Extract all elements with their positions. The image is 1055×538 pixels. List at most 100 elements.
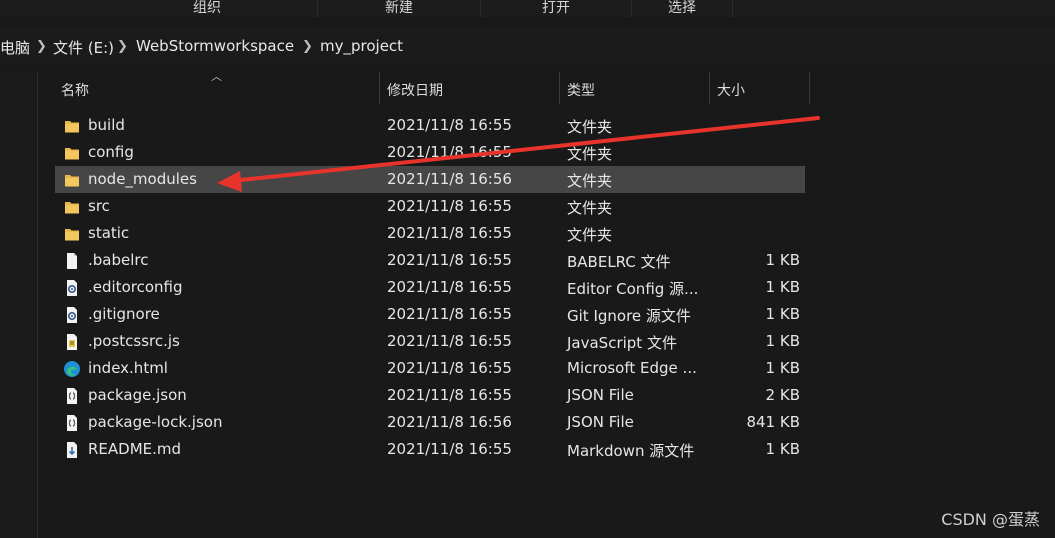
breadcrumb-my-project[interactable]: my_project: [320, 37, 403, 55]
file-type: BABELRC 文件: [567, 253, 671, 271]
breadcrumb-drive-e[interactable]: 文件 (E:): [53, 37, 114, 58]
navigation-pane[interactable]: [0, 72, 38, 538]
file-row[interactable]: static 2021/11/8 16:55 文件夹: [55, 220, 805, 247]
file-size: 841 KB: [746, 413, 800, 431]
file-type: 文件夹: [567, 172, 613, 190]
file-date: 2021/11/8 16:55: [387, 386, 512, 404]
ribbon-group-open[interactable]: 打开: [481, 0, 632, 17]
file-name: README.md: [88, 440, 182, 458]
column-header-bar: 名称 ︿ 修改日期 类型 大小: [38, 70, 810, 104]
file-type: 文件夹: [567, 226, 613, 244]
file-size: 1 KB: [765, 440, 800, 458]
ribbon-group-organize[interactable]: 组织: [97, 0, 318, 17]
watermark: CSDN @蛋蒸: [941, 510, 1040, 529]
file-type: Git Ignore 源文件: [567, 307, 691, 325]
folder-icon: [63, 117, 81, 135]
column-header-type[interactable]: 类型: [567, 80, 595, 100]
breadcrumb-chevron-icon[interactable]: ❯: [36, 39, 47, 54]
gear-file-icon: [63, 279, 81, 297]
file-size: 1 KB: [765, 278, 800, 296]
file-row[interactable]: package.json 2021/11/8 16:55 JSON File 2 KB: [55, 382, 805, 409]
file-size: 1 KB: [765, 251, 800, 269]
ribbon-group-select[interactable]: 选择: [632, 0, 733, 17]
open-label: 打开: [542, 0, 570, 16]
json-file-icon: [63, 387, 81, 405]
file-row[interactable]: package-lock.json 2021/11/8 16:56 JSON Fil…: [55, 409, 805, 436]
file-row[interactable]: src 2021/11/8 16:55 文件夹: [55, 193, 805, 220]
file-name: .editorconfig: [88, 278, 183, 296]
file-type: 文件夹: [567, 118, 613, 136]
gear-file-icon: [63, 306, 81, 324]
file-size: 1 KB: [765, 359, 800, 377]
file-row[interactable]: config 2021/11/8 16:55 文件夹: [55, 139, 805, 166]
ribbon-group-new[interactable]: 新建: [318, 0, 481, 17]
markdown-file-icon: [63, 441, 81, 459]
column-divider[interactable]: [809, 72, 810, 104]
edge-icon: [63, 360, 81, 378]
file-date: 2021/11/8 16:55: [387, 251, 512, 269]
column-divider[interactable]: [379, 72, 380, 104]
file-row[interactable]: .gitignore 2021/11/8 16:55 Git Ignore 源文件 1…: [55, 301, 805, 328]
file-row[interactable]: node_modules 2021/11/8 16:56 文件夹: [55, 166, 805, 193]
file-row[interactable]: .babelrc 2021/11/8 16:55 BABELRC 文件 1 KB: [55, 247, 805, 274]
file-size: 1 KB: [765, 332, 800, 350]
file-date: 2021/11/8 16:55: [387, 305, 512, 323]
column-header-size[interactable]: 大小: [717, 80, 745, 100]
column-header-date[interactable]: 修改日期: [387, 80, 443, 100]
file-type: 文件夹: [567, 199, 613, 217]
file-row[interactable]: .editorconfig 2021/11/8 16:55 Editor Confi…: [55, 274, 805, 301]
file-name: .postcssrc.js: [88, 332, 180, 350]
file-type: JSON File: [567, 413, 634, 431]
file-type: JSON File: [567, 386, 634, 404]
file-size: 1 KB: [765, 305, 800, 323]
breadcrumb-chevron-icon[interactable]: ❯: [117, 39, 128, 54]
file-name: src: [88, 197, 110, 215]
column-divider[interactable]: [709, 72, 710, 104]
file-name: package.json: [88, 386, 187, 404]
file-type: JavaScript 文件: [567, 334, 677, 352]
file-type: 文件夹: [567, 145, 613, 163]
folder-icon: [63, 225, 81, 243]
file-date: 2021/11/8 16:55: [387, 278, 512, 296]
file-row[interactable]: .postcssrc.js 2021/11/8 16:55 JavaScript 文…: [55, 328, 805, 355]
file-date: 2021/11/8 16:55: [387, 332, 512, 350]
column-divider[interactable]: [559, 72, 560, 104]
file-date: 2021/11/8 16:55: [387, 197, 512, 215]
file-list[interactable]: 名称 ︿ 修改日期 类型 大小 build 2021/11/8 16:55 文件夹 c…: [38, 70, 1055, 538]
file-type: Microsoft Edge ...: [567, 359, 697, 377]
file-name: .babelrc: [88, 251, 149, 269]
file-date: 2021/11/8 16:55: [387, 440, 512, 458]
breadcrumb-webstormworkspace[interactable]: WebStormworkspace: [136, 37, 294, 55]
script-file-icon: [63, 333, 81, 351]
file-row[interactable]: README.md 2021/11/8 16:55 Markdown 源文件 1 KB: [55, 436, 805, 463]
file-row[interactable]: index.html 2021/11/8 16:55 Microsoft Edge …: [55, 355, 805, 382]
file-date: 2021/11/8 16:55: [387, 143, 512, 161]
file-date: 2021/11/8 16:56: [387, 413, 512, 431]
organize-label: 组织: [193, 0, 221, 16]
file-name: build: [88, 116, 125, 134]
select-label: 选择: [668, 0, 696, 16]
column-header-name[interactable]: 名称: [61, 80, 89, 100]
file-name: package-lock.json: [88, 413, 223, 431]
file-date: 2021/11/8 16:55: [387, 116, 512, 134]
file-icon: [63, 252, 81, 270]
breadcrumb-chevron-icon[interactable]: ❯: [302, 39, 313, 54]
address-bar[interactable]: 电脑 ❯ 文件 (E:) ❯ WebStormworkspace ❯ my_pr…: [0, 28, 1055, 64]
new-label: 新建: [385, 0, 413, 16]
ribbon-toolbar: 组织 新建 打开 选择: [0, 0, 1055, 17]
file-name: .gitignore: [88, 305, 160, 323]
file-name: index.html: [88, 359, 168, 377]
file-date: 2021/11/8 16:56: [387, 170, 512, 188]
file-name: static: [88, 224, 130, 242]
folder-icon: [63, 171, 81, 189]
file-row[interactable]: build 2021/11/8 16:55 文件夹: [55, 112, 805, 139]
file-date: 2021/11/8 16:55: [387, 224, 512, 242]
json-file-icon: [63, 414, 81, 432]
folder-icon: [63, 144, 81, 162]
breadcrumb-this-pc[interactable]: 电脑: [0, 37, 30, 58]
file-date: 2021/11/8 16:55: [387, 359, 512, 377]
sort-ascending-icon: ︿: [211, 70, 222, 83]
file-type: Editor Config 源...: [567, 280, 699, 298]
folder-icon: [63, 198, 81, 216]
file-size: 2 KB: [765, 386, 800, 404]
